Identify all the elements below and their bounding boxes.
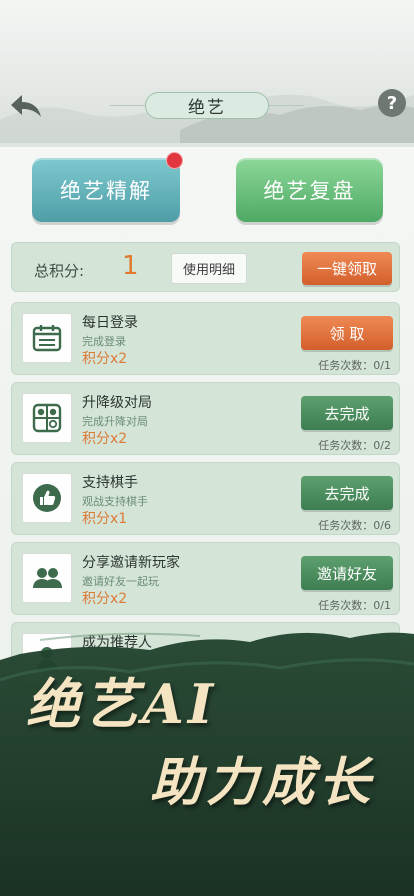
task-count: 任务次数：0/1 [318, 359, 391, 372]
usage-detail-button[interactable]: 使用明细 [171, 253, 247, 284]
slogan-line-1: 绝艺AI [26, 672, 218, 736]
task-card-support-player: 支持棋手 观战支持棋手 积分x1 去完成 任务次数：0/6 [11, 462, 400, 535]
task-icon-box [22, 313, 72, 363]
task-reward: 积分x2 [82, 591, 128, 607]
task-count: 任务次数：0/6 [318, 519, 391, 532]
task-card-promotion-match: 升降级对局 完成升降对局 积分x2 去完成 任务次数：0/2 [11, 382, 400, 455]
header: 绝艺 ? [0, 0, 414, 145]
task-subtitle: 完成升降对局 [82, 415, 148, 428]
task-reward: 积分x1 [82, 511, 128, 527]
task-icon-box [22, 473, 72, 523]
task-subtitle: 完成登录 [82, 335, 126, 348]
claim-button[interactable]: 领 取 [301, 316, 393, 350]
task-card-daily-login: 每日登录 完成登录 积分x2 领 取 任务次数：0/1 [11, 302, 400, 375]
back-button[interactable] [8, 92, 44, 120]
notification-dot [166, 152, 183, 169]
question-mark-icon: ? [386, 92, 398, 114]
task-subtitle: 观战支持棋手 [82, 495, 148, 508]
page-title: 绝艺 [145, 92, 269, 119]
task-title: 支持棋手 [82, 475, 138, 491]
fupan-button[interactable]: 绝艺复盘 [236, 158, 383, 222]
points-label: 总积分: [34, 262, 85, 280]
jiexi-button[interactable]: 绝艺精解 [32, 158, 180, 222]
points-value: 1 [122, 251, 139, 281]
back-arrow-icon [11, 95, 41, 117]
task-reward: 积分x2 [82, 351, 128, 367]
go-board-icon [32, 403, 62, 433]
task-title: 每日登录 [82, 315, 138, 331]
go-complete-button[interactable]: 去完成 [301, 476, 393, 510]
users-icon [33, 568, 62, 588]
task-reward: 积分x2 [82, 431, 128, 447]
title-divider-left [110, 105, 145, 106]
go-complete-button[interactable]: 去完成 [301, 396, 393, 430]
task-card-invite-players: 分享邀请新玩家 邀请好友一起玩 积分x2 邀请好友 任务次数：0/1 [11, 542, 400, 615]
task-title: 分享邀请新玩家 [82, 555, 180, 571]
task-count: 任务次数：0/1 [318, 599, 391, 612]
points-row: 总积分: 1 使用明细 一键领取 [11, 242, 400, 292]
calendar-icon [32, 325, 62, 352]
slogan-line-2: 助力成长 [150, 752, 375, 813]
invite-friends-button[interactable]: 邀请好友 [301, 556, 393, 590]
task-icon-box [22, 393, 72, 443]
task-icon-box [22, 553, 72, 603]
task-subtitle: 邀请好友一起玩 [82, 575, 159, 588]
thumbs-up-icon [33, 484, 61, 512]
title-divider-right [269, 105, 304, 106]
task-title: 升降级对局 [82, 395, 152, 411]
claim-all-button[interactable]: 一键领取 [302, 252, 392, 285]
task-count: 任务次数：0/2 [318, 439, 391, 452]
help-button[interactable]: ? [378, 89, 406, 117]
